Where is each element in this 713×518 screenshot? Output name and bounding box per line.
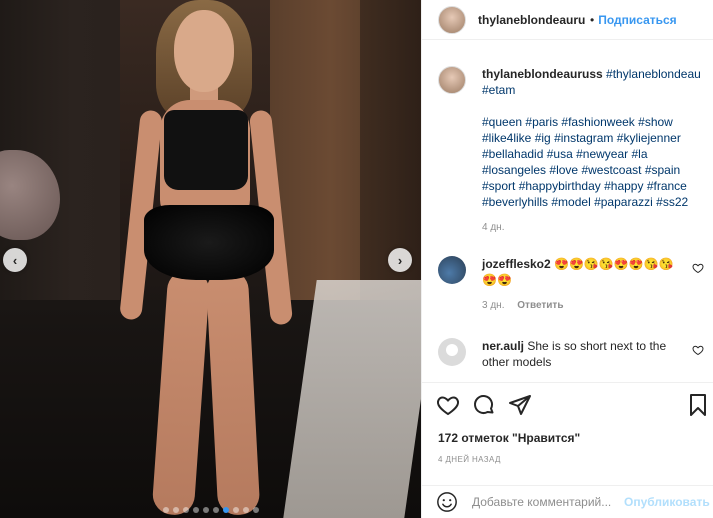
save-button[interactable] — [686, 393, 712, 419]
smiley-icon — [437, 492, 457, 512]
hashtag-link[interactable]: #fashionweek — [561, 115, 634, 129]
bookmark-icon — [690, 394, 706, 416]
avatar[interactable] — [438, 256, 466, 284]
hashtag-link[interactable]: #la — [631, 147, 647, 161]
caption: thylaneblondeauruss #thylaneblondeau #et… — [438, 66, 708, 236]
carousel-dot — [212, 507, 219, 513]
hashtag-link[interactable]: #sport — [482, 179, 515, 193]
heart-icon[interactable] — [692, 262, 704, 274]
hashtag-link[interactable]: #queen — [482, 115, 522, 129]
post-photo[interactable]: ‹ › — [0, 0, 421, 518]
comment-item: jozefflesko2 😍😍😘😘😍😍😘😘😍😍 3 дн. Ответить — [438, 256, 708, 314]
hashtag-link[interactable]: #paris — [525, 115, 558, 129]
heart-icon[interactable] — [692, 344, 704, 356]
comment-icon — [474, 395, 494, 414]
hashtag-link[interactable]: #france — [647, 179, 687, 193]
carousel-dot — [242, 507, 249, 513]
carousel-dot — [252, 507, 259, 513]
post-header: thylaneblondeauru • Подписаться — [422, 0, 713, 40]
hashtag-link[interactable]: #westcoast — [581, 163, 641, 177]
emoji-button[interactable] — [436, 491, 458, 513]
chevron-left-icon: ‹ — [12, 252, 18, 268]
follow-button[interactable]: Подписаться — [598, 13, 676, 27]
post-sidebar: thylaneblondeauru • Подписаться thylaneb… — [421, 0, 713, 518]
hashtag-link[interactable]: #ss22 — [656, 195, 688, 209]
hashtag-link[interactable]: #bellahadid — [482, 147, 543, 161]
hashtag-link[interactable]: #show — [638, 115, 673, 129]
hashtag-link[interactable]: #kyliejenner — [617, 131, 681, 145]
carousel-dot — [192, 507, 199, 513]
caption-timestamp[interactable]: 4 дн. — [482, 220, 708, 236]
avatar[interactable] — [438, 338, 466, 366]
comment-button[interactable] — [472, 393, 498, 419]
action-bar — [422, 382, 713, 430]
heart-icon — [437, 396, 459, 416]
caption-username[interactable]: thylaneblondeauruss — [482, 67, 603, 81]
comment-timestamp[interactable]: 3 дн. — [482, 300, 504, 311]
separator: • — [590, 12, 595, 27]
carousel-dot — [162, 507, 169, 513]
hashtag-list: #queen #paris #fashionweek #show #like4l… — [482, 115, 688, 209]
reply-button[interactable]: Ответить — [517, 300, 563, 311]
paper-plane-icon — [509, 395, 531, 415]
carousel-next-button[interactable]: › — [388, 248, 412, 272]
hashtag-link[interactable]: #happy — [604, 179, 643, 193]
hashtag-link[interactable]: #spain — [645, 163, 680, 177]
comment-input[interactable] — [472, 495, 622, 509]
hashtag-link[interactable]: #love — [549, 163, 578, 177]
chevron-right-icon: › — [397, 252, 403, 268]
carousel-indicator — [0, 507, 421, 513]
post-timestamp[interactable]: 4 ДНЕЙ НАЗАД — [438, 455, 501, 464]
publish-button[interactable]: Опубликовать — [624, 495, 710, 509]
hashtag-link[interactable]: #paparazzi — [594, 195, 653, 209]
carousel-dot — [182, 507, 189, 513]
hashtag-link[interactable]: #ig — [535, 131, 551, 145]
carousel-dot — [202, 507, 209, 513]
likes-count[interactable]: 172 отметок "Нравится" — [438, 431, 580, 445]
avatar[interactable] — [438, 66, 466, 94]
comment-username[interactable]: ner.aulj — [482, 339, 524, 353]
hashtag-link[interactable]: #instagram — [554, 131, 613, 145]
hashtag-link[interactable]: #happybirthday — [519, 179, 601, 193]
hashtag-link[interactable]: #beverlyhills — [482, 195, 548, 209]
hashtag-link[interactable]: #thylaneblondeau — [606, 67, 701, 81]
hashtag-link[interactable]: #etam — [482, 83, 515, 97]
runway-model — [119, 0, 310, 518]
header-username[interactable]: thylaneblondeauru — [478, 13, 586, 27]
hashtag-link[interactable]: #model — [551, 195, 590, 209]
carousel-dot — [232, 507, 239, 513]
carousel-dot — [172, 507, 179, 513]
comment-username[interactable]: jozefflesko2 — [482, 257, 551, 271]
avatar[interactable] — [438, 5, 466, 34]
comment-item: ner.aulj She is so short next to the oth… — [438, 338, 708, 370]
share-button[interactable] — [508, 393, 534, 419]
hashtag-link[interactable]: #like4like — [482, 131, 531, 145]
comment-form: Опубликовать — [422, 485, 713, 518]
carousel-prev-button[interactable]: ‹ — [3, 248, 27, 272]
hashtag-link[interactable]: #usa — [547, 147, 573, 161]
hashtag-link[interactable]: #newyear — [576, 147, 628, 161]
hashtag-link[interactable]: #losangeles — [482, 163, 546, 177]
carousel-dot — [222, 507, 229, 513]
like-button[interactable] — [436, 393, 462, 419]
